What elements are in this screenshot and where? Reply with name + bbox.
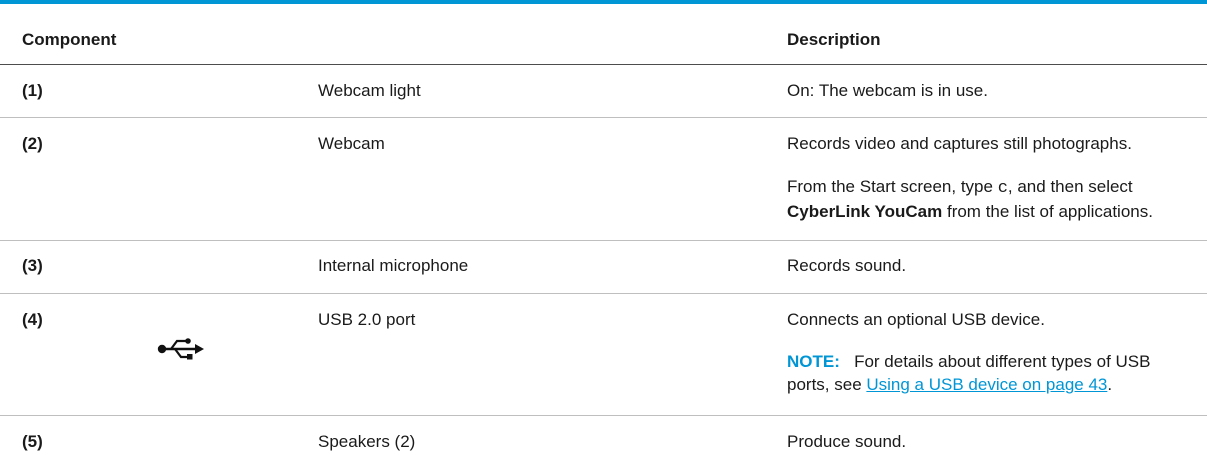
note-text: ports, see xyxy=(787,375,867,394)
header-description: Description xyxy=(787,30,881,49)
component-name: Speakers (2) xyxy=(318,432,416,451)
component-description: Produce sound. xyxy=(787,432,907,451)
usb-icon xyxy=(157,338,204,360)
header-component: Component xyxy=(22,30,117,49)
component-name: Webcam xyxy=(318,134,385,153)
usb-device-page-link[interactable]: Using a USB device on page 43 xyxy=(866,375,1107,394)
component-name: Internal microphone xyxy=(318,256,469,275)
app-name: CyberLink YouCam xyxy=(787,202,943,221)
desc-text: from the list of applications. xyxy=(942,202,1153,221)
desc-text: From the Start screen, type xyxy=(787,177,998,196)
top-accent-bar xyxy=(0,0,1207,4)
row-number: (4) xyxy=(22,310,43,329)
note-text: For details about different types of USB xyxy=(854,352,1151,371)
row-divider xyxy=(0,415,1207,416)
row-divider xyxy=(0,293,1207,294)
component-description: On: The webcam is in use. xyxy=(787,81,988,100)
row-number: (5) xyxy=(22,432,43,451)
header-divider xyxy=(0,64,1207,65)
component-description: Records video and captures still photogr… xyxy=(787,134,1132,153)
component-description: Records sound. xyxy=(787,256,907,275)
component-description: Connects an optional USB device. xyxy=(787,310,1045,329)
row-number: (1) xyxy=(22,81,43,100)
row-divider xyxy=(0,240,1207,241)
row-number: (2) xyxy=(22,134,43,153)
row-number: (3) xyxy=(22,256,43,275)
code-text: c xyxy=(997,179,1008,198)
desc-text: , and then select xyxy=(1007,177,1133,196)
component-description-extra: From the Start screen, type c, and then … xyxy=(787,175,1197,223)
row-divider xyxy=(0,117,1207,118)
note-block: NOTE: For details about different types … xyxy=(787,350,1197,396)
note-label: NOTE: xyxy=(787,352,840,371)
component-name: Webcam light xyxy=(318,81,421,100)
component-name: USB 2.0 port xyxy=(318,310,416,329)
note-text: . xyxy=(1107,375,1113,394)
